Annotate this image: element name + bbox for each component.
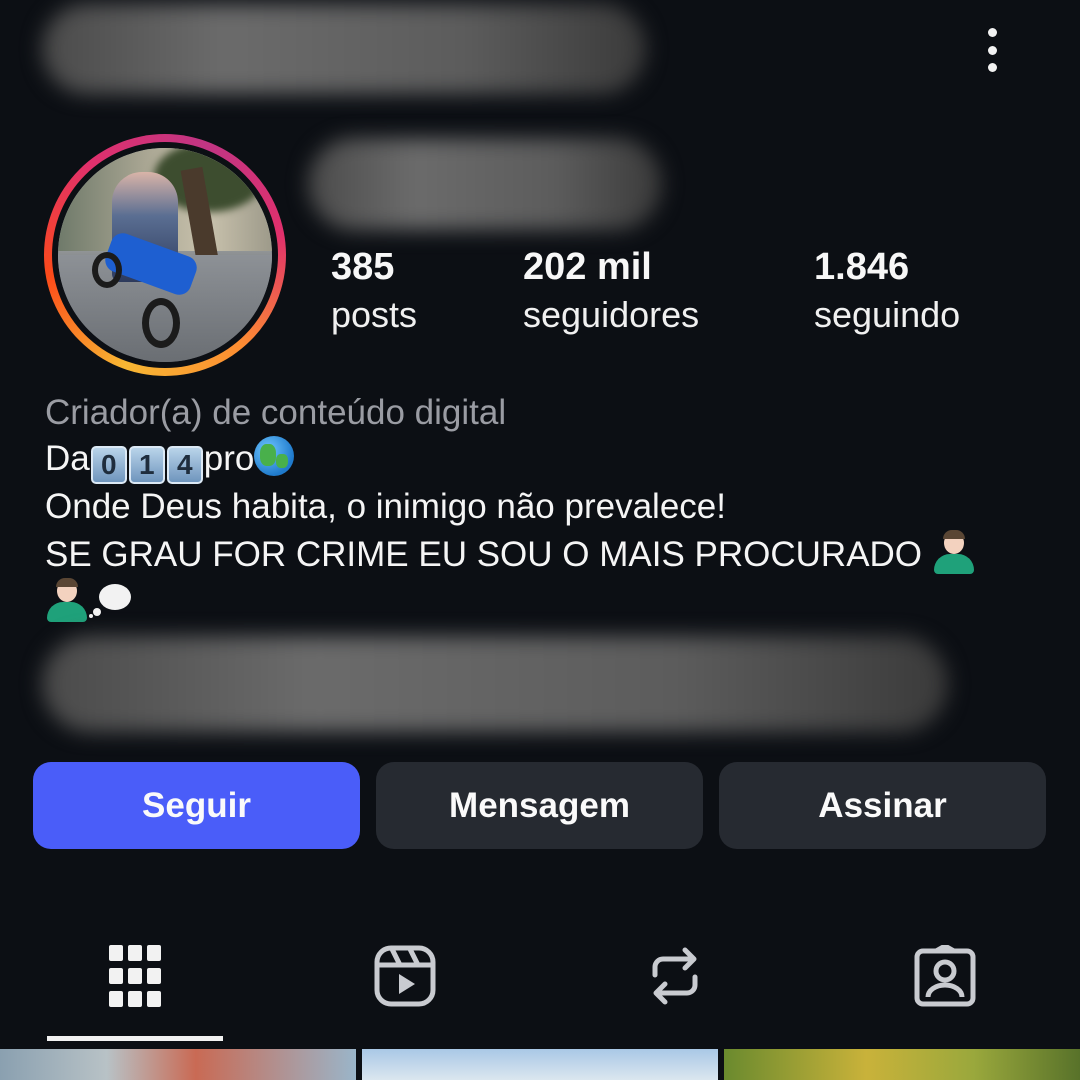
stat-followers-value: 202 mil (523, 246, 652, 288)
profile-avatar-story-ring[interactable] (44, 134, 286, 376)
bio-line-3: SE GRAU FOR CRIME EU SOU O MAIS PROCURAD… (45, 530, 1045, 578)
bio-link-redacted (42, 636, 948, 732)
active-tab-indicator (47, 1036, 223, 1041)
post-thumbnail[interactable] (362, 1049, 718, 1080)
bio-line-2: Onde Deus habita, o inimigo não prevalec… (45, 487, 726, 526)
stat-posts-value: 385 (331, 246, 395, 288)
keycap-1-icon: 1 (128, 446, 165, 484)
profile-bio: Criador(a) de conteúdo digital Da 0 1 4 pro … (45, 390, 1045, 626)
stat-following-label: seguindo (814, 294, 961, 335)
more-options-icon[interactable] (972, 24, 1012, 76)
post-thumbnail[interactable] (0, 1049, 356, 1080)
tab-reels[interactable] (370, 940, 440, 1012)
post-thumbnail[interactable] (724, 1049, 1080, 1080)
display-name-redacted (308, 138, 662, 230)
stat-following-value: 1.846 (814, 246, 910, 288)
bio-line-4 (45, 578, 1045, 626)
bio-line-1-suffix: pro (203, 439, 255, 478)
stat-posts-label: posts (331, 294, 418, 335)
grid-icon (109, 945, 161, 1007)
stat-followers[interactable]: 202 mil seguidores (523, 244, 699, 340)
tab-reposts[interactable] (640, 940, 710, 1012)
avatar (58, 148, 272, 362)
globe-icon (254, 436, 295, 476)
subscribe-button[interactable]: Assinar (719, 762, 1046, 849)
posts-grid (0, 1049, 1080, 1080)
man-gesturing-no-icon (45, 578, 89, 622)
bio-line-1: Da 0 1 4 pro (45, 436, 1045, 484)
man-gesturing-no-icon (932, 530, 976, 574)
stat-following[interactable]: 1.846 seguindo (814, 244, 960, 340)
stat-posts[interactable]: 385 posts (331, 244, 417, 340)
follow-button[interactable]: Seguir (33, 762, 360, 849)
tagged-icon (914, 945, 976, 1007)
reposts-icon (652, 947, 698, 1005)
tab-posts-grid[interactable] (100, 940, 170, 1012)
stat-followers-label: seguidores (523, 294, 700, 335)
profile-category: Criador(a) de conteúdo digital (45, 393, 507, 432)
bio-line-3-text: SE GRAU FOR CRIME EU SOU O MAIS PROCURAD… (45, 535, 923, 574)
reels-icon (374, 945, 436, 1007)
username-redacted (42, 4, 646, 94)
keycap-0-icon: 0 (90, 446, 127, 484)
tab-tagged[interactable] (910, 940, 980, 1012)
keycap-4-icon: 4 (166, 446, 203, 484)
message-button[interactable]: Mensagem (376, 762, 703, 849)
thought-balloon-icon (89, 582, 133, 618)
bio-line-1-prefix: Da (45, 439, 90, 478)
